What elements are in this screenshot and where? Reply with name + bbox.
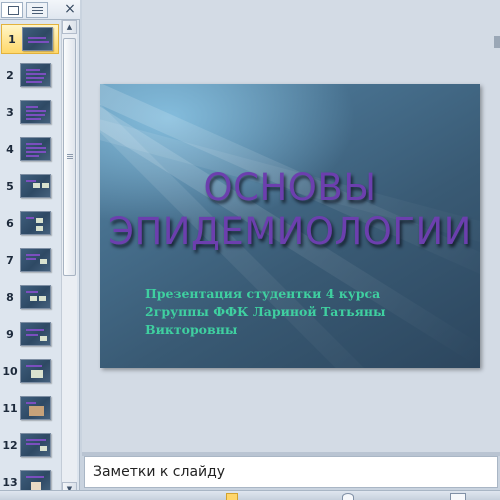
slide-preview xyxy=(20,285,51,309)
scrollbar-edge xyxy=(494,36,500,48)
slide-number: 2 xyxy=(6,69,14,82)
slide-preview xyxy=(20,137,51,161)
slide-preview xyxy=(20,359,51,383)
slide-preview xyxy=(22,27,53,51)
slide-number: 3 xyxy=(6,106,14,119)
pane-tab-bar: × xyxy=(0,0,80,20)
slide-thumbnail-10[interactable]: 10 xyxy=(0,357,62,387)
slide-title[interactable]: ОСНОВЫ ЭПИДЕМИОЛОГИИ xyxy=(100,166,480,254)
slide-thumbnail-3[interactable]: 3 xyxy=(0,98,62,128)
slide-preview xyxy=(20,433,51,457)
scrollbar-thumb[interactable] xyxy=(63,38,76,276)
thumbnail-list: 1 2 3 4 5 6 7 8 9 10 11 12 13 xyxy=(0,24,62,496)
slide-editing-area[interactable]: ОСНОВЫ ЭПИДЕМИОЛОГИИ Презентация студент… xyxy=(82,0,500,452)
slide-number: 6 xyxy=(6,217,14,230)
slide-thumbnail-4[interactable]: 4 xyxy=(0,135,62,165)
slide-thumbnail-1[interactable]: 1 xyxy=(1,24,59,54)
slide-number: 11 xyxy=(2,402,18,415)
slide-preview xyxy=(20,100,51,124)
slide-subtitle-line: Презентация студентки 4 курса xyxy=(145,286,381,301)
slide-thumbnail-7[interactable]: 7 xyxy=(0,246,62,276)
grip-icon xyxy=(67,154,73,160)
slide-preview xyxy=(20,396,51,420)
slide-preview xyxy=(20,322,51,346)
outline-tab-icon[interactable] xyxy=(26,2,48,18)
close-pane-button[interactable]: × xyxy=(62,1,78,18)
slide-number: 12 xyxy=(2,439,18,452)
slide-preview xyxy=(20,174,51,198)
slide-preview xyxy=(20,248,51,272)
current-slide[interactable]: ОСНОВЫ ЭПИДЕМИОЛОГИИ Презентация студент… xyxy=(100,84,480,368)
slide-thumbnail-12[interactable]: 12 xyxy=(0,431,62,461)
notes-placeholder: Заметки к слайду xyxy=(93,464,226,480)
slide-preview xyxy=(20,211,51,235)
scroll-up-icon[interactable]: ▲ xyxy=(62,20,77,34)
slideshow-view-icon[interactable] xyxy=(342,493,354,500)
slide-thumbnail-8[interactable]: 8 xyxy=(0,283,62,313)
slide-subtitle-line: 2группы ФФК Лариной Татьяны xyxy=(145,304,386,319)
normal-view-icon[interactable] xyxy=(226,493,238,500)
slide-title-line: ЭПИДЕМИОЛОГИИ xyxy=(108,210,472,253)
thumbnail-scrollbar[interactable]: ▲ ▼ xyxy=(61,20,77,496)
slide-subtitle-line: Викторовны xyxy=(145,322,238,337)
slide-number: 8 xyxy=(6,291,14,304)
slide-preview xyxy=(20,63,51,87)
slide-thumbnail-2[interactable]: 2 xyxy=(0,61,62,91)
slide-subtitle[interactable]: Презентация студентки 4 курса 2группы ФФ… xyxy=(145,285,455,339)
slide-number: 10 xyxy=(2,365,18,378)
slide-thumbnail-5[interactable]: 5 xyxy=(0,172,62,202)
slide-number: 5 xyxy=(6,180,14,193)
zoom-icon[interactable] xyxy=(450,493,466,500)
slide-number: 1 xyxy=(8,33,16,46)
slide-number: 9 xyxy=(6,328,14,341)
notes-pane[interactable]: Заметки к слайду xyxy=(84,456,498,488)
slide-number: 7 xyxy=(6,254,14,267)
status-bar xyxy=(0,490,500,500)
slide-number: 13 xyxy=(2,476,18,489)
slide-number: 4 xyxy=(6,143,14,156)
slide-thumbnail-6[interactable]: 6 xyxy=(0,209,62,239)
slide-thumbnail-9[interactable]: 9 xyxy=(0,320,62,350)
slide-title-line: ОСНОВЫ xyxy=(203,166,377,209)
slides-tab-icon[interactable] xyxy=(1,2,23,18)
slide-thumbnail-11[interactable]: 11 xyxy=(0,394,62,424)
slide-thumbnail-pane: × 1 2 3 4 5 6 7 8 9 10 11 12 13 ▲ ▼ xyxy=(0,0,80,496)
